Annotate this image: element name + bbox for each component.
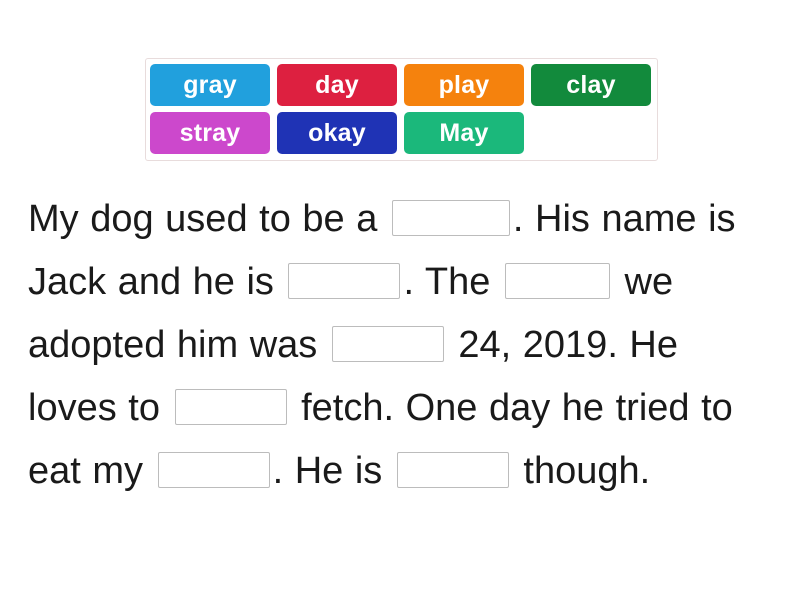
word-tile-may[interactable]: May (404, 112, 524, 154)
word-tile-play[interactable]: play (404, 64, 524, 106)
word-bank: gray day play clay stray okay May (145, 58, 658, 161)
drop-blank-1[interactable] (391, 199, 510, 236)
word-tile-row: gray day play clay (150, 64, 653, 106)
word-tile-label: stray (179, 118, 241, 147)
passage-text: . He is (272, 450, 394, 492)
word-tile-label: play (438, 70, 490, 99)
word-tile-label: clay (566, 70, 616, 99)
word-tile-okay[interactable]: okay (277, 112, 397, 154)
word-tile-row: stray okay May (150, 112, 653, 154)
word-tile-clay[interactable]: clay (531, 64, 651, 106)
drop-blank-7[interactable] (396, 451, 509, 488)
word-tile-label: day (315, 70, 359, 99)
drop-blank-4[interactable] (331, 325, 444, 362)
word-tile-stray[interactable]: stray (150, 112, 270, 154)
drop-blank-6[interactable] (157, 451, 270, 488)
drop-blank-2[interactable] (288, 262, 401, 299)
passage-text: My dog used to be a (28, 198, 389, 240)
word-tile-label: May (439, 118, 489, 147)
word-tile-day[interactable]: day (277, 64, 397, 106)
drop-blank-5[interactable] (174, 388, 287, 425)
cloze-passage: My dog used to be a . His name is Jack a… (28, 188, 776, 503)
word-tile-label: gray (183, 70, 237, 99)
word-tile-gray[interactable]: gray (150, 64, 270, 106)
word-tile-label: okay (308, 118, 366, 147)
passage-text: though. (511, 450, 651, 492)
passage-text: . The (403, 261, 502, 303)
drop-blank-3[interactable] (504, 262, 610, 299)
